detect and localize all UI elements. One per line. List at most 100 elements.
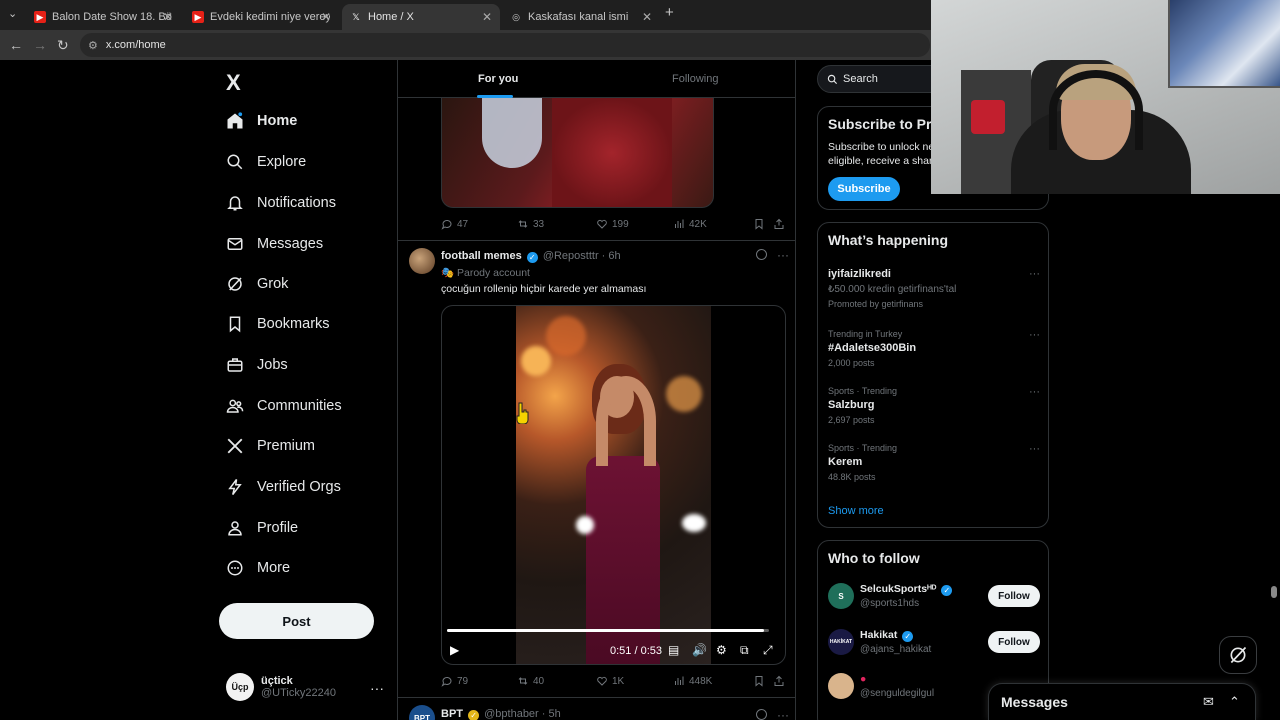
url-field[interactable]: ⚙ x.com/home: [80, 33, 930, 57]
nav-item-messages[interactable]: Messages: [226, 230, 323, 258]
account-switcher[interactable]: Üçp üçtick @UTicky22240: [226, 673, 336, 701]
grok-floating-button[interactable]: [1219, 636, 1257, 674]
show-more-link[interactable]: Show more: [828, 505, 884, 517]
x-logo[interactable]: X: [226, 70, 241, 96]
browser-tab-1[interactable]: ▶ Balon Date Show 18. Bölüm - Yo ✕: [26, 4, 181, 30]
previous-tweet-image[interactable]: [441, 98, 714, 208]
browser-tab-2[interactable]: ▶ Evdeki kedimi niye vereyim #sh ✕: [184, 4, 339, 30]
nav-item-more[interactable]: More: [226, 554, 290, 582]
more-dots-icon[interactable]: ···: [1029, 443, 1040, 455]
bookmark-button[interactable]: [753, 675, 769, 687]
fullscreen-icon[interactable]: ⤢: [763, 643, 773, 658]
grok-icon[interactable]: [756, 709, 767, 720]
nav-item-profile[interactable]: Profile: [226, 514, 298, 542]
tab-title: Kaskafası kanal ismi: [528, 11, 629, 23]
avatar[interactable]: BPT: [409, 705, 435, 720]
tweet-video[interactable]: ▶ 0:51 / 0:53 ▤ 🔊 ⚙ ⧉ ⤢: [441, 305, 786, 665]
more-dots-icon[interactable]: ···: [370, 680, 384, 696]
avatar[interactable]: [828, 673, 854, 699]
post-button[interactable]: Post: [219, 603, 374, 639]
nav-item-communities[interactable]: Communities: [226, 392, 342, 420]
follow-button[interactable]: Follow: [988, 631, 1040, 653]
messages-drawer[interactable]: Messages ✉ ⌃: [988, 683, 1256, 720]
new-tab-icon[interactable]: +: [665, 5, 674, 21]
divider: [398, 697, 795, 698]
nav-item-notifications[interactable]: Notifications: [226, 189, 336, 217]
trend-item[interactable]: Trending in Turkey #Adaletse300Bin 2,000…: [828, 329, 1040, 368]
forward-arrow-icon[interactable]: →: [33, 37, 47, 53]
tab-list-chevron-icon[interactable]: ⌄: [8, 6, 17, 22]
nav-item-home[interactable]: Home: [226, 107, 297, 135]
nav-item-jobs[interactable]: Jobs: [226, 351, 288, 379]
subscribe-button[interactable]: Subscribe: [828, 177, 900, 201]
search-placeholder: Search: [843, 73, 878, 85]
tweet-author-name[interactable]: BPT: [441, 708, 463, 720]
nav-item-grok[interactable]: Grok: [226, 270, 288, 298]
close-icon[interactable]: ✕: [642, 10, 652, 24]
captions-icon[interactable]: ▤: [668, 643, 679, 657]
close-icon[interactable]: ✕: [321, 10, 331, 24]
site-info-icon[interactable]: ⚙: [88, 39, 98, 52]
share-button[interactable]: [773, 218, 789, 230]
play-icon[interactable]: ▶: [450, 643, 459, 657]
like-button[interactable]: 1K: [596, 675, 624, 687]
close-icon[interactable]: ✕: [163, 10, 173, 24]
volume-icon[interactable]: 🔊: [692, 643, 707, 657]
tweet-author-name[interactable]: football memes: [441, 250, 522, 262]
like-button[interactable]: 199: [596, 218, 629, 230]
follow-suggestion[interactable]: S SelcukSportsᴴᴰ ✓ @sports1hds Follow: [828, 581, 1040, 617]
nav-item-explore[interactable]: Explore: [226, 148, 306, 176]
nav-label: Grok: [257, 276, 289, 292]
repost-button[interactable]: 40: [517, 675, 544, 687]
nav-item-bookmarks[interactable]: Bookmarks: [226, 310, 330, 338]
grok-icon[interactable]: [756, 249, 767, 260]
browser-tab-3[interactable]: 𝕏 Home / X ✕: [342, 4, 500, 30]
repost-button[interactable]: 33: [517, 218, 544, 230]
tab-following[interactable]: Following: [672, 73, 718, 85]
page-scrollbar[interactable]: [1271, 586, 1277, 598]
heart-icon: [597, 219, 607, 229]
new-message-icon[interactable]: ✉: [1203, 694, 1214, 710]
more-dots-icon[interactable]: ···: [1029, 268, 1040, 280]
bookmark-button[interactable]: [753, 218, 769, 230]
tweet-time[interactable]: · 6h: [602, 250, 621, 262]
views-button[interactable]: 42K: [673, 218, 707, 230]
tweet-author-handle[interactable]: @bpthaber: [484, 708, 539, 720]
follow-suggestion[interactable]: HAKİKAT Hakikat ✓ @ajans_hakikat Follow: [828, 627, 1040, 663]
avatar[interactable]: S: [828, 583, 854, 609]
youtube-icon: ▶: [192, 11, 204, 23]
reply-button[interactable]: 79: [441, 675, 468, 687]
suggestion-name-text: Hakikat: [860, 629, 898, 641]
reload-icon[interactable]: ↻: [57, 37, 69, 53]
more-dots-icon[interactable]: ···: [777, 708, 789, 720]
close-icon[interactable]: ✕: [482, 10, 492, 24]
picture-in-picture-icon[interactable]: ⧉: [740, 643, 749, 658]
trend-name: iyifaizlikredi: [828, 268, 891, 280]
tweet-time[interactable]: · 5h: [542, 708, 561, 720]
tab-for-you[interactable]: For you: [478, 73, 518, 85]
views-button[interactable]: 448K: [673, 675, 712, 687]
nav-label: Explore: [257, 154, 307, 170]
settings-icon[interactable]: ⚙: [716, 643, 727, 657]
back-arrow-icon[interactable]: ←: [9, 37, 23, 53]
follow-button[interactable]: Follow: [988, 585, 1040, 607]
trend-item[interactable]: Sports · Trending Kerem 48.8K posts ···: [828, 443, 1040, 482]
avatar[interactable]: HAKİKAT: [828, 629, 854, 655]
more-dots-icon[interactable]: ···: [1029, 329, 1040, 341]
trend-item[interactable]: Sports · Trending Salzburg 2,697 posts ·…: [828, 386, 1040, 425]
account-name: üçtick: [261, 675, 293, 687]
globe-icon: ◎: [512, 11, 520, 22]
nav-item-premium[interactable]: Premium: [226, 432, 315, 460]
grok-icon: [226, 275, 244, 293]
chevron-up-icon[interactable]: ⌃: [1229, 694, 1240, 710]
more-dots-icon[interactable]: ···: [777, 248, 789, 262]
more-dots-icon[interactable]: ···: [1029, 386, 1040, 398]
reply-button[interactable]: 47: [441, 218, 468, 230]
trend-item[interactable]: iyifaizlikredi ₺50.000 kredin getirfinan…: [828, 268, 1040, 309]
browser-tab-4[interactable]: ◎ Kaskafası kanal ismi ✕: [502, 4, 660, 30]
video-progress-bar[interactable]: [447, 629, 769, 632]
avatar[interactable]: [409, 248, 435, 274]
share-button[interactable]: [773, 675, 789, 687]
nav-item-verified-orgs[interactable]: Verified Orgs: [226, 473, 341, 501]
tweet-author-handle[interactable]: @Repostttr: [543, 250, 599, 262]
